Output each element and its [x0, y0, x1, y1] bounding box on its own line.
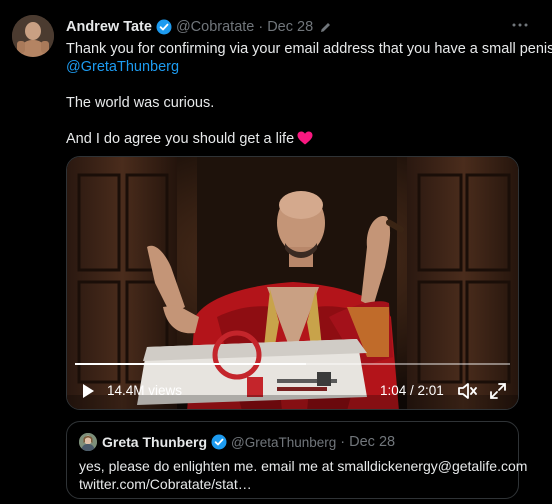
verified-badge-icon	[156, 19, 172, 35]
tweet-text-line: The world was curious.	[66, 95, 215, 111]
view-count: 14.4M views	[107, 383, 183, 398]
volume-icon[interactable]	[457, 381, 477, 401]
fullscreen-icon[interactable]	[489, 382, 507, 400]
tweet[interactable]: Andrew Tate @Cobratate · Dec 28 Thank yo…	[0, 0, 552, 504]
author-avatar[interactable]	[12, 15, 54, 57]
quote-text-line: yes, please do enlighten me. email me at…	[79, 458, 528, 474]
quoted-tweet[interactable]: Greta Thunberg @GretaThunberg · Dec 28 y…	[66, 421, 528, 499]
video-progress-fill	[75, 363, 306, 365]
video-player[interactable]: 14.4M views 1:04 / 2:01	[66, 156, 519, 410]
quote-author-name[interactable]: Greta Thunberg	[102, 434, 207, 450]
quote-date[interactable]: Dec 28	[349, 434, 395, 450]
video-progress-bar[interactable]	[75, 363, 510, 365]
mention-link[interactable]: @GretaThunberg	[66, 59, 179, 75]
more-icon[interactable]	[510, 18, 530, 32]
tweet-date[interactable]: Dec 28	[267, 19, 313, 35]
quote-author-avatar[interactable]	[79, 433, 97, 451]
author-name[interactable]: Andrew Tate	[66, 19, 152, 35]
play-icon[interactable]	[79, 382, 97, 400]
tweet-text: Thank you for confirming via your email …	[66, 40, 552, 148]
red-heart-emoji	[297, 131, 313, 145]
quote-text: yes, please do enlighten me. email me at…	[79, 457, 528, 493]
verified-badge-icon	[211, 434, 227, 450]
video-timecode: 1:04 / 2:01	[380, 383, 444, 398]
separator: ·	[340, 434, 346, 450]
video-frame	[67, 157, 518, 409]
quote-link[interactable]: twitter.com/Cobratate/stat…	[79, 475, 509, 493]
pencil-icon[interactable]	[319, 21, 332, 34]
tweet-text-line: And I do agree you should get a life	[66, 131, 295, 147]
author-handle[interactable]: @Cobratate	[176, 19, 254, 35]
tweet-text-line: Thank you for confirming via your email …	[66, 41, 552, 57]
separator: ·	[258, 19, 264, 35]
quote-author-handle[interactable]: @GretaThunberg	[231, 435, 336, 450]
